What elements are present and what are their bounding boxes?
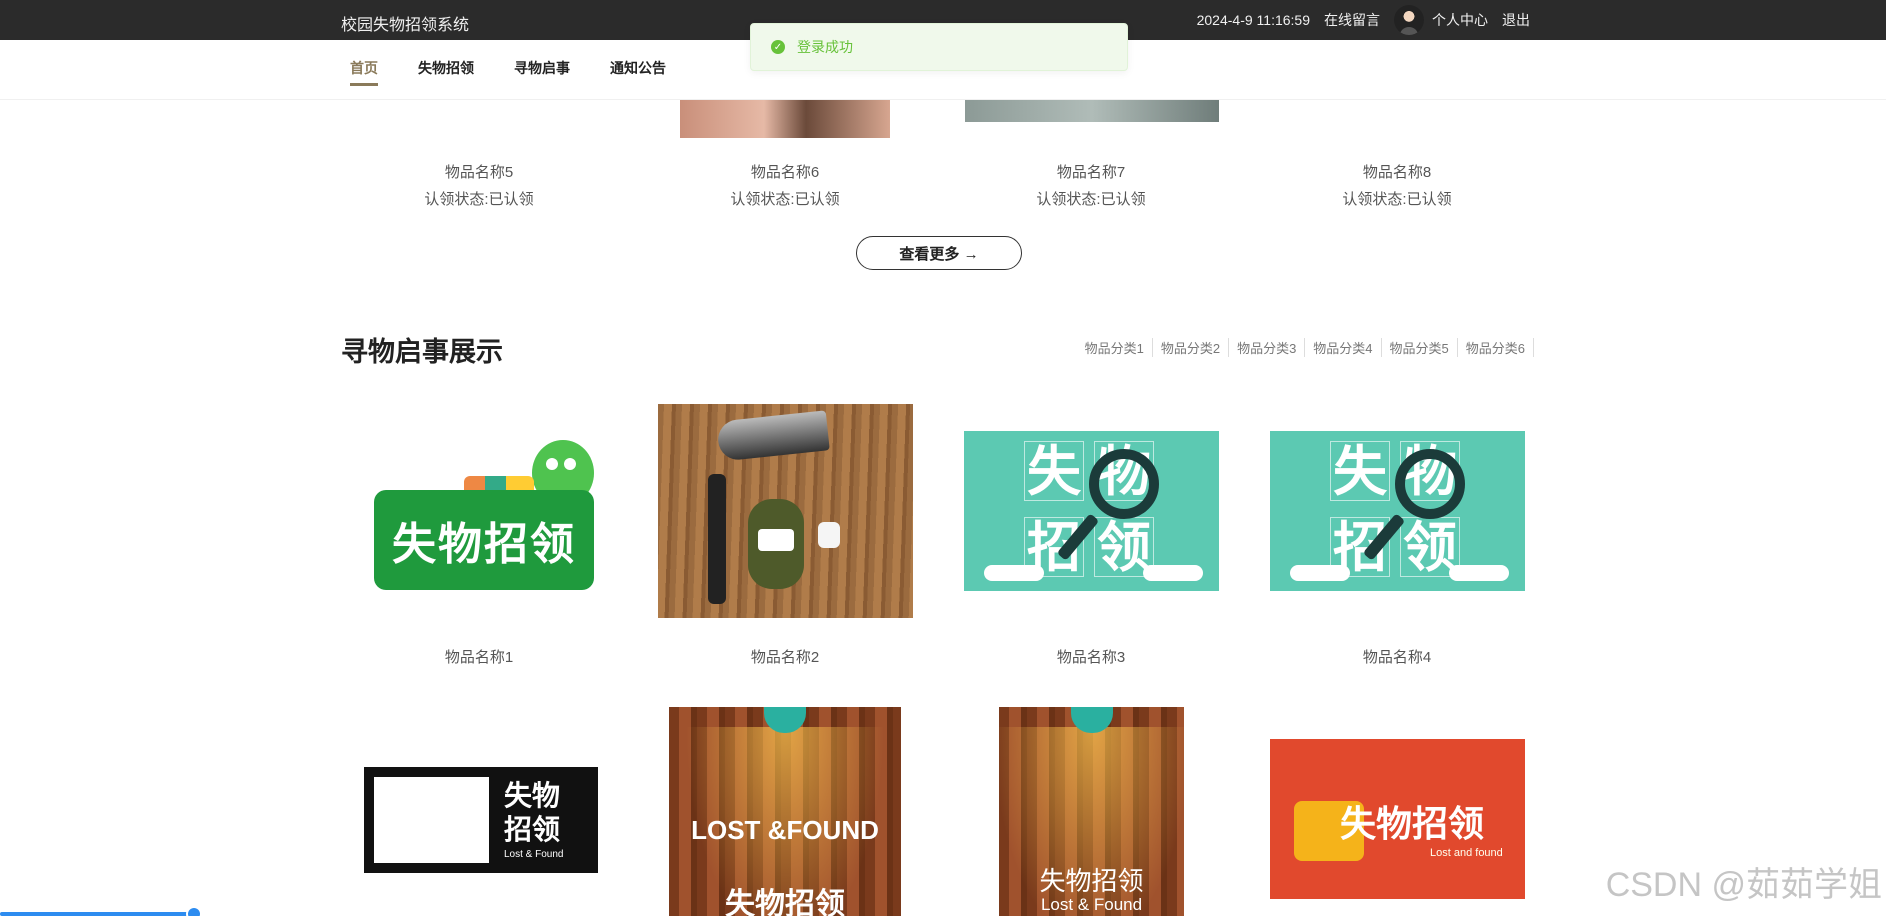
item-image-7[interactable] xyxy=(965,100,1219,122)
image-text-cn: 失物招领 xyxy=(725,888,845,916)
success-toast: ✓ 登录成功 xyxy=(750,23,1128,71)
image-text-en: LOST &FOUND xyxy=(691,815,879,845)
category-2[interactable]: 物品分类2 xyxy=(1153,338,1230,357)
image-text: 失物招领 xyxy=(374,490,594,590)
nav-lost-found[interactable]: 失物招领 xyxy=(418,40,474,100)
claim-item-8[interactable]: 物品名称8 认领状态:已认领 xyxy=(1244,161,1550,209)
category-3[interactable]: 物品分类3 xyxy=(1229,338,1306,357)
nav-items: 首页 失物招领 寻物启事 通知公告 xyxy=(350,40,706,100)
sign-frame: 失物 招领 Lost & Found xyxy=(361,764,601,876)
claim-item-6[interactable]: 物品名称6 认领状态:已认领 xyxy=(632,161,938,209)
image-char: 失 xyxy=(1024,441,1084,502)
search-item-name-3[interactable]: 物品名称3 xyxy=(938,646,1244,667)
search-item-name-4[interactable]: 物品名称4 xyxy=(1244,646,1550,667)
frog-toy-graphic xyxy=(748,499,804,589)
cloud-graphic xyxy=(1290,565,1350,581)
toast-message: 登录成功 xyxy=(797,39,853,55)
category-1[interactable]: 物品分类1 xyxy=(1077,338,1153,357)
site-title: 校园失物招领系统 xyxy=(341,17,470,34)
cloud-graphic xyxy=(1449,565,1509,581)
nav-announcements[interactable]: 通知公告 xyxy=(610,40,666,100)
scroll-progress-bar[interactable] xyxy=(0,906,202,916)
profile-link[interactable]: 个人中心 xyxy=(1432,10,1488,30)
claim-item-name: 物品名称7 xyxy=(1056,164,1126,181)
claim-item-name: 物品名称5 xyxy=(444,164,514,181)
umbrella-graphic xyxy=(716,410,830,462)
claim-item-7[interactable]: 物品名称7 认领状态:已认领 xyxy=(938,161,1244,209)
category-6[interactable]: 物品分类6 xyxy=(1458,338,1534,357)
image-text: 失物招领 xyxy=(504,779,560,847)
image-text-cn: 失物招领 xyxy=(1039,866,1144,896)
image-text-en: Lost & Found xyxy=(1040,895,1143,914)
image-text-line-1: 失物 xyxy=(504,780,561,811)
item-image-5[interactable]: 失物 招领 Lost & Found xyxy=(361,764,601,876)
watch-graphic xyxy=(708,474,726,604)
claim-item-status: 认领状态:已认领 xyxy=(424,191,534,208)
claim-item-name: 物品名称6 xyxy=(750,164,820,181)
claim-item-status: 认领状态:已认领 xyxy=(730,191,840,208)
view-more-button[interactable]: 查看更多 → xyxy=(856,236,1022,270)
magnifier-icon xyxy=(1395,449,1465,519)
category-filter: 物品分类1 物品分类2 物品分类3 物品分类4 物品分类5 物品分类6 xyxy=(1077,338,1534,357)
avatar[interactable] xyxy=(1394,5,1424,35)
nav-search-notice[interactable]: 寻物启事 xyxy=(514,40,570,100)
top-bar-right: 2024-4-9 11:16:59 在线留言 个人中心 退出 xyxy=(1183,0,1530,40)
category-5[interactable]: 物品分类5 xyxy=(1382,338,1458,357)
wallet-hand-icon xyxy=(374,777,489,863)
item-image-7b[interactable]: 失物招领 Lost & Found xyxy=(999,707,1184,916)
category-4[interactable]: 物品分类4 xyxy=(1305,338,1382,357)
datetime: 2024-4-9 11:16:59 xyxy=(1196,12,1310,28)
message-link[interactable]: 在线留言 xyxy=(1324,10,1380,30)
image-char: 失 xyxy=(1330,441,1390,502)
watermark: CSDN @茹茹学姐 xyxy=(1605,866,1882,904)
cloud-graphic xyxy=(1143,565,1203,581)
image-subtext: Lost and found xyxy=(1430,847,1503,859)
section-title: 寻物启事展示 xyxy=(341,337,503,367)
item-image-6[interactable] xyxy=(680,100,890,138)
image-text: 失物招领 xyxy=(1340,803,1485,844)
search-item-name-1[interactable]: 物品名称1 xyxy=(326,646,632,667)
item-image-1[interactable]: 失物招领 xyxy=(364,440,604,590)
claim-item-status: 认领状态:已认领 xyxy=(1036,191,1146,208)
claim-item-name: 物品名称8 xyxy=(1362,164,1432,181)
image-text-line-2: 招领 xyxy=(504,814,561,845)
item-image-8[interactable]: 失物招领 Lost and found xyxy=(1270,739,1525,899)
claim-item-status: 认领状态:已认领 xyxy=(1342,191,1452,208)
search-item-name-2[interactable]: 物品名称2 xyxy=(632,646,938,667)
check-icon: ✓ xyxy=(771,40,785,54)
claim-item-5[interactable]: 物品名称5 认领状态:已认领 xyxy=(326,161,632,209)
item-image-4[interactable]: 失 物 招 领 xyxy=(1270,431,1525,591)
logout-link[interactable]: 退出 xyxy=(1502,10,1530,30)
magnifier-icon xyxy=(1089,449,1159,519)
item-image-2[interactable] xyxy=(658,404,913,618)
earbuds-graphic xyxy=(818,522,840,548)
image-subtext: Lost & Found xyxy=(504,849,564,860)
nav-home[interactable]: 首页 xyxy=(350,40,378,100)
item-image-6b[interactable]: LOST &FOUND 失物招领 xyxy=(669,707,901,916)
cloud-graphic xyxy=(984,565,1044,581)
item-image-3[interactable]: 失 物 招 领 xyxy=(964,431,1219,591)
